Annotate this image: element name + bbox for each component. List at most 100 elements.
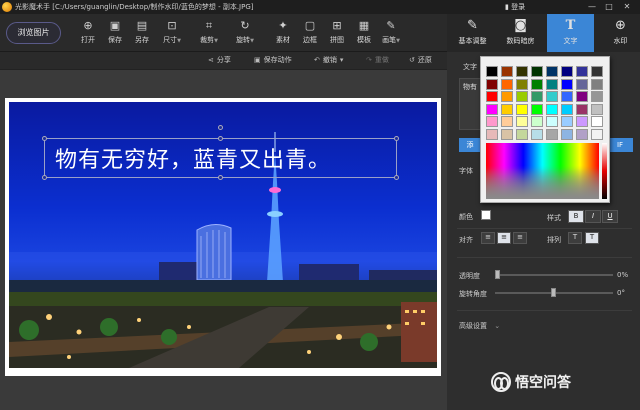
color-swatch[interactable] xyxy=(516,91,528,102)
login-link[interactable]: ▮ 登录 xyxy=(505,2,525,12)
puzzle-button[interactable]: ⊞ 拼图 xyxy=(323,16,351,52)
color-swatch[interactable] xyxy=(501,103,513,115)
color-swatch[interactable] xyxy=(486,103,498,115)
add-text-button[interactable]: 添 xyxy=(459,138,481,152)
rotate-handle[interactable] xyxy=(218,125,223,130)
template-button[interactable]: ▦ 模板 xyxy=(350,16,378,52)
italic-button[interactable]: I xyxy=(585,210,601,223)
transparency-slider[interactable] xyxy=(495,274,613,276)
color-swatch[interactable] xyxy=(516,128,528,140)
color-swatch[interactable] xyxy=(501,66,513,77)
rotate-button[interactable]: ↻ 旋转▼ xyxy=(231,16,259,52)
color-swatch[interactable] xyxy=(501,91,513,102)
minimize-button[interactable]: — xyxy=(585,1,599,12)
close-button[interactable]: ✕ xyxy=(620,1,634,12)
color-swatch[interactable] xyxy=(561,78,573,90)
bold-button[interactable]: B xyxy=(568,210,584,223)
color-swatch[interactable] xyxy=(516,116,528,127)
restore-button[interactable]: ↺ 还原 xyxy=(409,55,432,65)
resize-handle[interactable] xyxy=(394,136,399,141)
color-swatch[interactable] xyxy=(486,91,498,102)
align-right-icon[interactable]: ≡ xyxy=(513,232,527,244)
arrange-horizontal-button[interactable]: T xyxy=(585,232,599,244)
color-swatch[interactable] xyxy=(531,116,543,127)
brush-button[interactable]: ✎ 画笔▼ xyxy=(377,16,405,52)
color-swatch[interactable] xyxy=(486,116,498,127)
color-swatch[interactable] xyxy=(531,128,543,140)
color-swatch[interactable] xyxy=(591,128,603,140)
color-swatch[interactable] xyxy=(516,66,528,77)
color-swatch[interactable] xyxy=(546,103,558,115)
material-button[interactable]: ✦ 素材 xyxy=(269,16,297,52)
resize-handle[interactable] xyxy=(394,175,399,180)
color-swatch[interactable] xyxy=(531,66,543,77)
color-swatch[interactable] xyxy=(516,78,528,90)
browse-images-button[interactable]: 浏览图片 xyxy=(6,22,61,44)
align-center-icon[interactable]: ≡ xyxy=(497,232,511,244)
color-swatch[interactable] xyxy=(591,91,603,102)
font-option-button[interactable]: IF xyxy=(607,138,633,152)
open-button[interactable]: ⊕ 打开 xyxy=(74,16,102,52)
resize-handle[interactable] xyxy=(42,136,47,141)
color-swatch[interactable] xyxy=(561,91,573,102)
save-action-button[interactable]: ▣ 保存动作 xyxy=(254,55,292,65)
text-overlay-box[interactable]: 物有无穷好，蓝青又出青。 xyxy=(42,125,399,180)
color-swatch[interactable] xyxy=(561,103,573,115)
color-swatch[interactable] xyxy=(501,78,513,90)
color-swatch[interactable] xyxy=(591,116,603,127)
resize-handle[interactable] xyxy=(42,175,47,180)
color-swatch[interactable] xyxy=(486,78,498,90)
luminance-bar[interactable] xyxy=(602,143,607,199)
undo-button[interactable]: ↶ 撤销 ▾ xyxy=(314,55,346,65)
color-swatch[interactable] xyxy=(576,66,588,77)
color-swatch[interactable] xyxy=(576,103,588,115)
tab-darkroom[interactable]: ◙ 数码暗房 xyxy=(497,14,544,52)
color-swatch[interactable] xyxy=(546,128,558,140)
color-swatch-button[interactable] xyxy=(481,210,491,220)
color-swatch[interactable] xyxy=(546,78,558,90)
color-spectrum[interactable] xyxy=(486,143,599,199)
color-swatch[interactable] xyxy=(516,103,528,115)
color-swatch[interactable] xyxy=(591,66,603,77)
share-button[interactable]: ⋖ 分享 xyxy=(208,55,231,65)
color-swatch[interactable] xyxy=(546,116,558,127)
resize-handle[interactable] xyxy=(218,175,223,180)
color-swatch[interactable] xyxy=(576,116,588,127)
color-swatch[interactable] xyxy=(531,103,543,115)
color-swatch[interactable] xyxy=(501,128,513,140)
color-swatch[interactable] xyxy=(576,78,588,90)
color-swatch[interactable] xyxy=(546,66,558,77)
resize-handle[interactable] xyxy=(218,136,223,141)
resize-button[interactable]: ⊡ 尺寸▼ xyxy=(158,16,186,52)
crop-icon: ⌗ xyxy=(205,19,213,32)
transparency-slider-handle[interactable] xyxy=(495,270,500,279)
tab-watermark[interactable]: ⊕ 水印 xyxy=(597,14,640,52)
save-button[interactable]: ▣ 保存 xyxy=(101,16,129,52)
border-button[interactable]: ▢ 边框 xyxy=(296,16,324,52)
redo-button[interactable]: ↷ 重做 xyxy=(366,55,389,65)
color-swatch[interactable] xyxy=(561,116,573,127)
color-swatch[interactable] xyxy=(576,128,588,140)
color-swatch[interactable] xyxy=(531,91,543,102)
crop-button[interactable]: ⌗ 裁剪▼ xyxy=(195,16,223,52)
maximize-button[interactable]: □ xyxy=(602,1,616,12)
color-swatch[interactable] xyxy=(486,66,498,77)
align-left-icon[interactable]: ≡ xyxy=(481,232,495,244)
color-swatch[interactable] xyxy=(576,91,588,102)
tab-text[interactable]: T 文字 xyxy=(547,14,594,52)
color-swatch[interactable] xyxy=(561,66,573,77)
color-swatch[interactable] xyxy=(486,128,498,140)
photo-canvas[interactable]: 物有无穷好，蓝青又出青。 xyxy=(0,70,447,410)
color-swatch[interactable] xyxy=(561,128,573,140)
color-swatch[interactable] xyxy=(531,78,543,90)
color-swatch[interactable] xyxy=(546,91,558,102)
color-swatch[interactable] xyxy=(501,116,513,127)
save-as-button[interactable]: ▤ 另存 xyxy=(128,16,156,52)
color-swatch[interactable] xyxy=(591,78,603,90)
advanced-settings-toggle[interactable]: 高级设置 ⌄ xyxy=(459,321,500,331)
rotation-slider-handle[interactable] xyxy=(551,288,556,297)
color-swatch[interactable] xyxy=(591,103,603,115)
tab-basic-adjust[interactable]: ✎ 基本调整 xyxy=(449,14,496,52)
arrange-vertical-button[interactable]: T xyxy=(568,232,582,244)
underline-button[interactable]: U xyxy=(602,210,618,223)
